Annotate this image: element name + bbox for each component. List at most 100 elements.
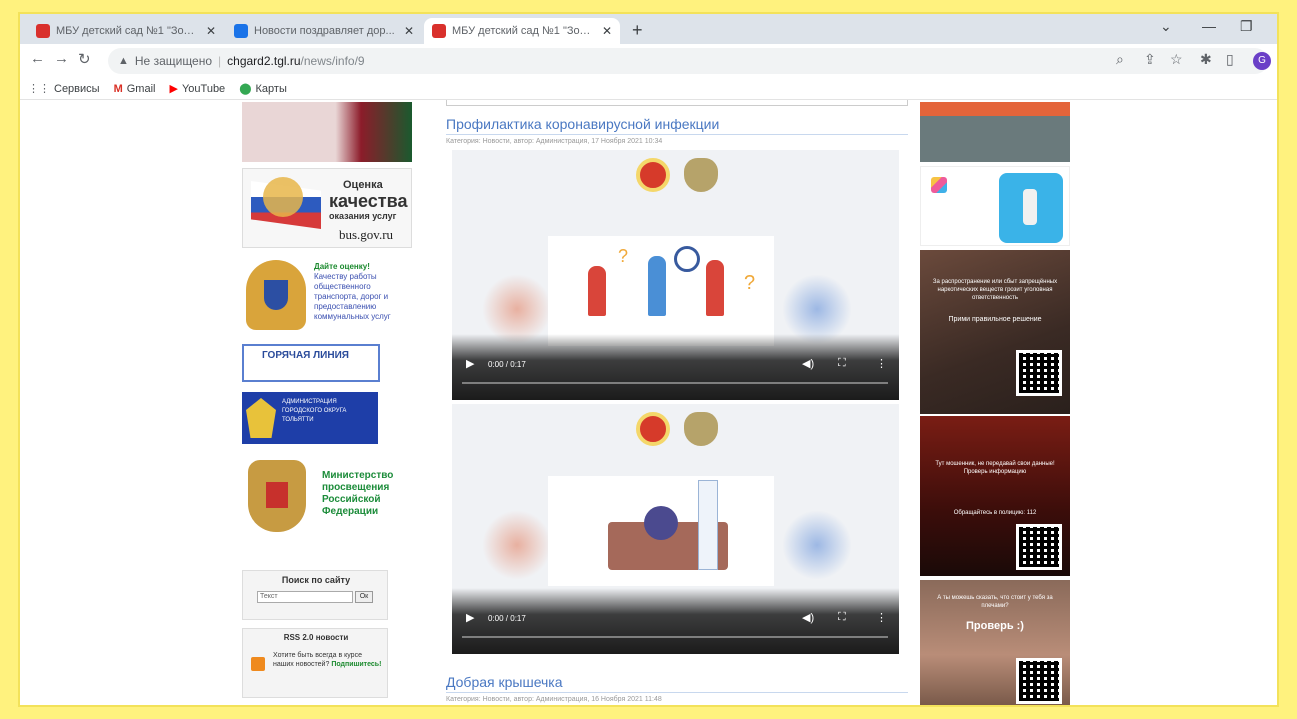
question-mark: ? [618, 246, 629, 266]
play-icon[interactable]: ▶ [466, 357, 474, 370]
article-title[interactable]: Добрая крышечка [446, 674, 908, 693]
forward-icon[interactable]: → [54, 50, 69, 67]
bookmark-maps[interactable]: ⬤ Карты [239, 82, 287, 96]
right-banner-1[interactable] [920, 102, 1070, 162]
profile-avatar[interactable]: G [1253, 52, 1271, 70]
video-player-2[interactable]: ▶ 0:00 / 0:17 ◀) ⛶ ⋮ [452, 404, 899, 654]
tab-3-active[interactable]: МБУ детский сад №1 "Золотой ✕ [424, 18, 620, 44]
volume-icon[interactable]: ◀) [802, 357, 814, 370]
new-tab-button[interactable]: + [632, 20, 643, 41]
patient-figure [644, 506, 678, 540]
article-meta: Категория: Новости, автор: Администрация… [446, 696, 662, 703]
magnifier-figure [674, 246, 700, 272]
banner-cta: Проверь :) [966, 620, 1024, 632]
right-banner-3[interactable]: За распространение или сбыт запрещённых … [920, 250, 1070, 414]
tab-title: МБУ детский сад №1 "Золотой [56, 25, 200, 37]
article-title[interactable]: Профилактика коронавирусной инфекции [446, 116, 908, 135]
youtube-icon: ▶ [169, 83, 178, 95]
bookmark-gmail[interactable]: M Gmail [114, 83, 156, 95]
search-input[interactable]: Текст [257, 591, 353, 603]
rate-text: Качеству работы общественного транспорта… [314, 272, 391, 321]
volume-icon[interactable]: ◀) [802, 611, 814, 624]
promo-banner[interactable] [242, 102, 412, 162]
samara-coat-of-arms [246, 260, 306, 330]
close-icon[interactable]: ✕ [602, 24, 612, 38]
russia-coat-of-arms [248, 460, 306, 532]
person-figure [588, 266, 606, 316]
qr-code-icon [1016, 350, 1062, 396]
bookmark-label: Карты [255, 82, 287, 95]
tab-title: Новости поздравляет дор... [254, 25, 395, 37]
play-icon[interactable]: ▶ [466, 611, 474, 624]
tab-strip: МБУ детский сад №1 "Золотой ✕ Новости по… [20, 14, 1277, 44]
side-panel-icon[interactable]: ▯ [1226, 51, 1234, 68]
video-illustration-doctor [548, 476, 774, 586]
restore-icon[interactable]: ❐ [1240, 18, 1253, 35]
tab-search-icon[interactable]: ⌄ [1160, 18, 1172, 35]
more-icon[interactable]: ⋮ [876, 611, 887, 624]
banner-text: За распространение или сбыт запрещённых … [932, 279, 1058, 301]
bookmark-label: YouTube [181, 82, 226, 95]
person-figure [706, 260, 724, 316]
banner-sub: Прими правильное решение [948, 316, 1042, 323]
video-logos [636, 158, 718, 192]
rss-text: Хотите быть всегда в курсе наших новосте… [273, 651, 383, 669]
city-admin-banner[interactable]: Администрация городского округа Тольятти [242, 392, 378, 444]
ministry-banner[interactable]: Министерство просвещения Российской Феде… [242, 456, 412, 536]
close-icon[interactable]: ✕ [404, 24, 414, 38]
extensions-icon[interactable]: ✱ [1200, 51, 1212, 68]
blue-favicon [234, 24, 248, 38]
bus-domain: bus.gov.ru [339, 227, 394, 242]
address-bar[interactable]: ▲ Не защищено | chgard2.tgl.ru /news/inf… [108, 48, 1268, 74]
bus-line1: Оценка [343, 179, 383, 191]
bookmark-youtube[interactable]: ▶ YouTube [169, 82, 226, 96]
admin-text: Администрация городского округа Тольятти [282, 399, 347, 423]
video-blur [482, 510, 552, 580]
share-icon[interactable]: ⇪ [1144, 51, 1156, 68]
rss-icon[interactable] [251, 657, 265, 671]
hotline-banner[interactable]: ГОРЯЧАЯ ЛИНИЯ [242, 344, 380, 382]
qr-code-icon [1016, 524, 1062, 570]
zoom-icon[interactable]: ⌕ [1116, 51, 1124, 68]
hotline-title: ГОРЯЧАЯ ЛИНИЯ [262, 350, 349, 361]
minimize-icon[interactable]: — [1202, 18, 1216, 34]
bookmark-label: Сервисы [54, 82, 100, 95]
bus-gov-banner[interactable]: Оценка качества оказания услуг bus.gov.r… [242, 168, 412, 248]
rss-subscribe-link[interactable]: Подпишитесь! [331, 661, 381, 668]
right-banner-5[interactable]: А ты можешь сказать, что стоит у тебя за… [920, 580, 1070, 705]
divider [446, 100, 908, 106]
right-banner-4[interactable]: Тут мошенник, не передавай свои данные! … [920, 416, 1070, 576]
maps-icon: ⬤ [239, 83, 252, 95]
banner-sub: Обращайтесь в полицию: 112 [953, 510, 1037, 516]
back-icon[interactable]: ← [30, 50, 45, 67]
tab-1[interactable]: МБУ детский сад №1 "Золотой ✕ [28, 18, 224, 44]
coat-of-arms-image [263, 177, 303, 217]
video-progress-bar[interactable] [462, 636, 888, 638]
fullscreen-icon[interactable]: ⛶ [838, 611, 846, 624]
right-banner-2[interactable] [920, 166, 1070, 246]
video-time: 0:00 / 0:17 [488, 360, 526, 369]
browser-window: МБУ детский сад №1 "Золотой ✕ Новости по… [20, 14, 1277, 705]
app-logo [931, 177, 947, 193]
rate-services-banner[interactable]: Дайте оценку! Качеству работы общественн… [242, 256, 412, 336]
video-progress-bar[interactable] [462, 382, 888, 384]
search-button[interactable]: Ок [355, 591, 373, 603]
video-time: 0:00 / 0:17 [488, 614, 526, 623]
close-icon[interactable]: ✕ [206, 24, 216, 38]
gmail-icon: M [113, 82, 123, 95]
star-icon[interactable]: ☆ [1170, 51, 1183, 68]
qr-code-icon [1016, 658, 1062, 704]
more-icon[interactable]: ⋮ [876, 357, 887, 370]
emblem-logo [684, 158, 718, 192]
warning-icon[interactable]: ▲ [118, 55, 129, 67]
search-title: Поиск по сайту [281, 575, 351, 585]
banner-text: Тут мошенник, не передавай свои данные! … [935, 461, 1055, 475]
fullscreen-icon[interactable]: ⛶ [838, 357, 846, 370]
bookmark-services[interactable]: ⋮⋮ Сервисы [28, 82, 100, 96]
rospotrebnadzor-logo [636, 158, 670, 192]
tab-2[interactable]: Новости поздравляет дор... ✕ [226, 18, 422, 44]
bookmark-label: Gmail [126, 82, 156, 95]
video-player-1[interactable]: ? ? ▶ 0:00 / 0:17 ◀) ⛶ ⋮ [452, 150, 899, 400]
reload-icon[interactable]: ↻ [78, 50, 91, 68]
emblem-logo [684, 412, 718, 446]
